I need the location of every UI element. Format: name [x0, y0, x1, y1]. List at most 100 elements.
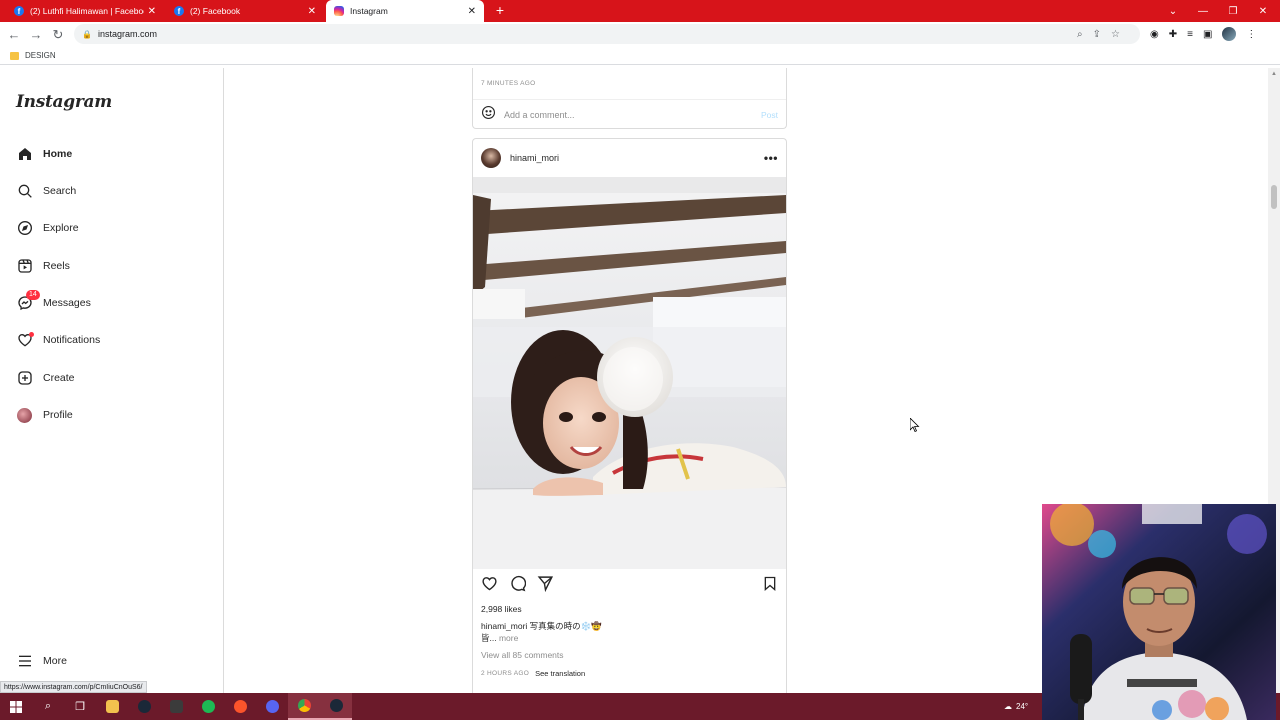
emoji-icon[interactable] [481, 105, 496, 125]
more-options-icon[interactable]: ••• [764, 151, 778, 165]
xbox-icon[interactable] [160, 693, 192, 720]
brave-icon[interactable] [224, 693, 256, 720]
menu-kebab-icon[interactable]: ⋮ [1246, 29, 1256, 40]
spotify-icon[interactable] [192, 693, 224, 720]
steam-running-icon[interactable] [320, 693, 352, 720]
scroll-thumb[interactable] [1271, 185, 1277, 209]
notification-dot [29, 331, 34, 337]
cloud-icon: ☁ [1004, 702, 1012, 711]
side-panel-icon[interactable]: ▣ [1203, 29, 1212, 40]
nav-create[interactable]: Create [16, 365, 75, 391]
nav-label: Messages [43, 297, 91, 309]
close-icon[interactable]: ✕ [468, 6, 476, 17]
bookmark-design[interactable]: DESIGN [25, 51, 56, 60]
discord-icon[interactable] [256, 693, 288, 720]
nav-label: More [43, 655, 67, 667]
profile-avatar [16, 407, 33, 424]
tab-title: (2) Facebook [190, 6, 241, 16]
taskbar-search-icon[interactable]: ⌕ [32, 693, 64, 720]
nav-home[interactable]: Home [16, 141, 72, 167]
share-icon[interactable]: ⇪ [1093, 29, 1101, 40]
likes-count[interactable]: 2,998 likes [481, 604, 522, 614]
reels-icon [16, 258, 33, 275]
nav-more[interactable]: More [16, 648, 67, 674]
extension-area: ◉ ✚ ≡ ▣ ⋮ [1150, 24, 1256, 44]
profile-avatar-icon[interactable] [1222, 27, 1237, 41]
see-translation-link[interactable]: See translation [535, 669, 585, 678]
post-timestamp: 7 MINUTES AGO [481, 80, 536, 87]
nav-search[interactable]: Search [16, 178, 76, 204]
nav-label: Create [43, 372, 75, 384]
facebook-icon: f [174, 6, 184, 16]
post-timestamp: 2 HOURS AGO [481, 670, 530, 677]
previous-post: 7 MINUTES AGO Add a comment... Post [472, 68, 787, 129]
close-icon[interactable]: ✕ [148, 6, 156, 17]
feed-post: hinami_mori ••• 2,998 likes hinami_mori … [472, 138, 787, 698]
like-heart-icon[interactable] [481, 575, 498, 597]
puzzle-icon[interactable]: ✚ [1169, 29, 1177, 40]
reading-list-icon[interactable]: ≡ [1187, 29, 1193, 40]
user-avatar[interactable] [481, 148, 501, 168]
status-bar-url: https://www.instagram.com/p/CmIiuCnOuS6/ [0, 681, 147, 693]
address-bar[interactable]: 🔒 instagram.com ⌕ ⇪ ☆ [74, 24, 1140, 44]
nav-notifications[interactable]: Notifications [16, 327, 100, 353]
tab-facebook-profile[interactable]: f (2) Luthfi Halimawan | Facebook ✕ [6, 0, 164, 22]
steam-icon[interactable] [128, 693, 160, 720]
facebook-icon: f [14, 6, 24, 16]
weather-widget[interactable]: ☁ 24° [1004, 693, 1028, 720]
instagram-icon [334, 6, 344, 16]
zoom-icon[interactable]: ⌕ [1077, 29, 1083, 40]
close-icon[interactable]: ✕ [308, 6, 316, 17]
task-view-icon[interactable]: ❒ [64, 693, 96, 720]
forward-icon[interactable]: → [26, 25, 46, 45]
home-icon [16, 146, 33, 163]
heart-icon [16, 331, 34, 349]
webcam-overlay [1042, 504, 1276, 720]
nav-explore[interactable]: Explore [16, 215, 79, 241]
temperature: 24° [1016, 702, 1029, 711]
mouse-cursor-icon [909, 417, 920, 437]
restore-icon[interactable]: ❐ [1218, 0, 1248, 22]
extension-icon[interactable]: ◉ [1150, 29, 1159, 40]
messenger-icon: 14 [16, 289, 40, 312]
comment-row: Add a comment... Post [473, 99, 786, 129]
back-icon[interactable]: ← [4, 25, 24, 45]
instagram-logo[interactable]: Instagram [16, 92, 112, 112]
comment-input[interactable]: Add a comment... [504, 110, 761, 120]
tab-search-icon[interactable]: ⌄ [1158, 0, 1188, 22]
nav-messages[interactable]: 14 Messages [16, 289, 91, 316]
nav-label: Explore [43, 222, 79, 234]
post-comment-button[interactable]: Post [761, 110, 778, 120]
nav-reels[interactable]: Reels [16, 253, 70, 279]
scroll-up-arrow-icon[interactable]: ▲ [1271, 71, 1277, 77]
nav-label: Search [43, 185, 77, 197]
save-bookmark-icon[interactable] [762, 575, 778, 597]
post-photo[interactable] [473, 177, 786, 569]
plus-square-icon [16, 370, 33, 387]
tab-facebook[interactable]: f (2) Facebook ✕ [166, 0, 324, 22]
chrome-icon[interactable] [288, 693, 320, 720]
windows-start-icon[interactable] [0, 693, 32, 720]
comment-icon[interactable] [509, 575, 527, 597]
post-meta: 2 HOURS AGO See translation [481, 669, 585, 678]
view-comments-link[interactable]: View all 85 comments [481, 650, 564, 660]
messages-badge: 14 [26, 289, 40, 300]
browser-toolbar: ← → ↻ 🔒 instagram.com ⌕ ⇪ ☆ [0, 22, 1280, 47]
new-tab-button[interactable]: + [492, 2, 508, 18]
post-caption: hinami_mori 写真集の時の❄️🤠 皆... more [481, 620, 778, 644]
minimize-icon[interactable]: — [1188, 0, 1218, 22]
share-send-icon[interactable] [537, 575, 554, 597]
caption-username[interactable]: hinami_mori [481, 621, 527, 631]
caption-more-link[interactable]: more [499, 633, 518, 643]
hamburger-menu-icon [16, 653, 33, 670]
lock-icon: 🔒 [82, 29, 92, 39]
tab-instagram[interactable]: Instagram ✕ [326, 0, 484, 22]
post-username[interactable]: hinami_mori [510, 153, 764, 163]
compass-icon [16, 220, 33, 237]
sidebar: Instagram Home Search Explore Reels 14 M… [0, 68, 224, 693]
window-close-icon[interactable]: ✕ [1248, 0, 1278, 22]
reload-icon[interactable]: ↻ [48, 25, 68, 45]
file-explorer-icon[interactable] [96, 693, 128, 720]
bookmark-star-icon[interactable]: ☆ [1111, 29, 1120, 40]
nav-profile[interactable]: Profile [16, 402, 73, 428]
